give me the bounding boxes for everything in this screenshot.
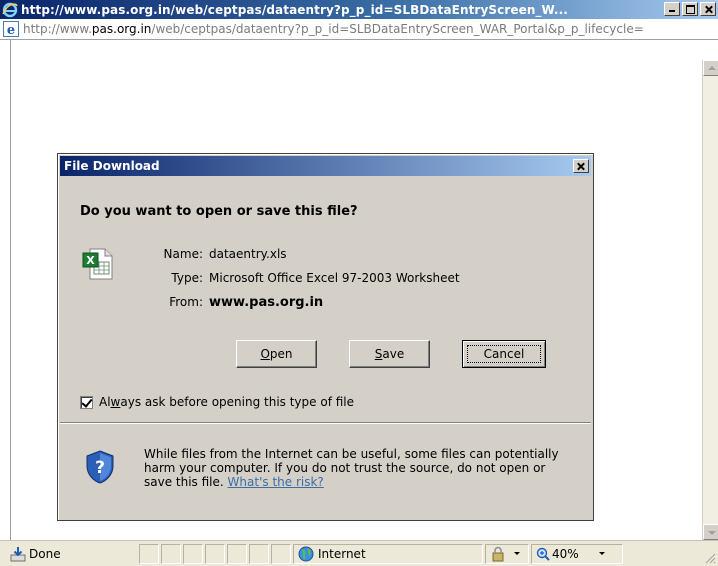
status-cell xyxy=(249,543,269,564)
zone-label: Internet xyxy=(318,546,366,561)
status-cell xyxy=(205,543,225,564)
status-cell xyxy=(227,543,247,564)
svg-text:e: e xyxy=(7,23,15,37)
file-name-value: dataentry.xls xyxy=(209,247,287,261)
address-bar[interactable]: e http://www.pas.org.in/web/ceptpas/data… xyxy=(0,19,718,40)
file-type-row: Type: Microsoft Office Excel 97-2003 Wor… xyxy=(143,271,460,285)
dialog-titlebar[interactable]: File Download xyxy=(60,156,591,176)
dialog-separator xyxy=(60,422,591,424)
zoom-icon xyxy=(536,547,550,561)
zoom-control[interactable]: 40% xyxy=(531,543,623,564)
always-ask-checkbox-row[interactable]: Always ask before opening this type of f… xyxy=(80,395,354,409)
dialog-close-button[interactable] xyxy=(573,159,589,173)
status-text: Done xyxy=(29,546,61,561)
download-status-icon xyxy=(10,546,26,561)
minimize-button[interactable] xyxy=(664,2,680,16)
file-name-label: Name: xyxy=(163,247,203,261)
file-from-value: www.pas.org.in xyxy=(209,295,324,310)
security-shield-icon: ? xyxy=(86,450,114,484)
svg-text:X: X xyxy=(86,254,95,267)
file-type-label: Type: xyxy=(171,271,203,285)
file-from-row: From: www.pas.org.in xyxy=(143,295,323,310)
window-title: http://www.pas.org.in/web/ceptpas/dataen… xyxy=(21,2,568,17)
security-zone[interactable]: Internet xyxy=(293,543,483,564)
status-cell xyxy=(271,543,291,564)
status-cell xyxy=(161,543,181,564)
maximize-button[interactable] xyxy=(682,2,698,16)
file-name-row: Name: dataentry.xls xyxy=(143,247,287,261)
zoom-level: 40% xyxy=(552,546,579,561)
always-ask-checkbox[interactable] xyxy=(80,395,93,409)
security-warning: While files from the Internet can be use… xyxy=(144,447,559,489)
excel-file-icon: X xyxy=(82,248,113,280)
window-close-button[interactable] xyxy=(700,2,716,16)
ie-page-icon: e xyxy=(3,21,19,37)
always-ask-label: Always ask before opening this type of f… xyxy=(99,395,355,409)
file-from-label: From: xyxy=(169,295,203,309)
dialog-question: Do you want to open or save this file? xyxy=(80,204,358,219)
internet-explorer-icon xyxy=(2,2,18,17)
address-url: http://www.pas.org.in/web/ceptpas/dataen… xyxy=(23,22,644,36)
scroll-up-button[interactable] xyxy=(703,60,718,76)
internet-globe-icon xyxy=(298,546,314,561)
whats-the-risk-link[interactable]: What's the risk? xyxy=(228,475,324,489)
file-download-dialog: File Download Do you want to open or sav… xyxy=(57,153,594,521)
vertical-scrollbar[interactable] xyxy=(702,60,718,540)
status-bar: Done Internet 40% xyxy=(0,540,718,566)
chevron-down-icon xyxy=(598,552,605,555)
protected-mode-button[interactable] xyxy=(485,543,529,564)
chevron-down-icon xyxy=(514,552,520,555)
status-cell xyxy=(183,543,203,564)
save-button[interactable]: Save xyxy=(349,340,430,368)
svg-text:?: ? xyxy=(95,458,105,478)
status-cell xyxy=(139,543,159,564)
file-type-value: Microsoft Office Excel 97-2003 Worksheet xyxy=(209,271,460,285)
scroll-down-button[interactable] xyxy=(703,524,718,540)
browser-titlebar[interactable]: http://www.pas.org.in/web/ceptpas/dataen… xyxy=(0,0,718,19)
cancel-button[interactable]: Cancel xyxy=(462,340,546,368)
lock-icon xyxy=(492,546,504,561)
dialog-title: File Download xyxy=(64,159,160,173)
resize-grip-icon[interactable] xyxy=(704,552,716,564)
open-button[interactable]: Open xyxy=(236,340,317,368)
